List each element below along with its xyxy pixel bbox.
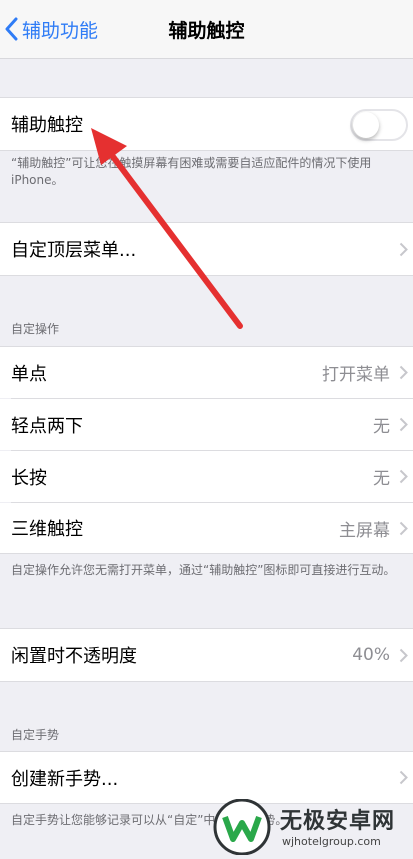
watermark-logo-icon xyxy=(213,799,271,855)
3d-touch-label: 三维触控 xyxy=(11,519,83,540)
idle-opacity-label: 闲置时不透明度 xyxy=(11,646,137,667)
toggle-knob xyxy=(353,112,379,138)
assistivetouch-description: “辅助触控”可让您在触摸屏幕有困难或需要自适应配件的情况下使用 iPhone。 xyxy=(11,156,372,187)
chevron-right-icon xyxy=(399,521,408,535)
3d-touch-row[interactable]: 三维触控 主屏幕 xyxy=(0,503,413,554)
single-tap-label: 单点 xyxy=(11,363,47,385)
long-press-row[interactable]: 长按 无 xyxy=(0,451,413,502)
chevron-right-icon xyxy=(399,417,408,432)
long-press-value: 无 xyxy=(373,469,390,489)
assistivetouch-label: 辅助触控 xyxy=(11,115,83,136)
3d-touch-value: 主屏幕 xyxy=(339,520,390,541)
customize-top-menu-row[interactable]: 自定顶层菜单... xyxy=(0,222,413,276)
watermark: 无极安卓网 wjhotelgroup.com xyxy=(212,795,412,857)
page-title: 辅助触控 xyxy=(168,20,245,42)
chevron-right-icon xyxy=(399,365,408,380)
chevron-right-icon xyxy=(399,469,408,484)
custom-actions-description: 自定操作允许您无需打开菜单，通过“辅助触控”图标即可直接进行互动。 xyxy=(11,563,396,577)
chevron-right-icon xyxy=(399,648,408,662)
long-press-label: 长按 xyxy=(11,467,47,489)
assistivetouch-toggle[interactable] xyxy=(350,109,408,141)
idle-opacity-row[interactable]: 闲置时不透明度 40% xyxy=(0,628,413,682)
idle-opacity-value: 40% xyxy=(352,645,390,665)
double-tap-label: 轻点两下 xyxy=(11,415,83,437)
chevron-right-icon xyxy=(399,242,408,256)
watermark-url: wjhotelgroup.com xyxy=(282,835,381,848)
single-tap-value: 打开菜单 xyxy=(322,365,390,385)
chevron-right-icon xyxy=(399,770,408,785)
single-tap-row[interactable]: 单点 打开菜单 xyxy=(0,346,413,398)
create-new-gesture-label: 创建新手势... xyxy=(11,768,119,790)
navigation-bar: 辅助功能 辅助触控 xyxy=(0,0,413,59)
watermark-brand: 无极安卓网 xyxy=(280,809,396,834)
customize-top-menu-label: 自定顶层菜单... xyxy=(11,240,137,261)
custom-gestures-header: 自定手势 xyxy=(11,728,60,742)
double-tap-row[interactable]: 轻点两下 无 xyxy=(0,399,413,450)
double-tap-value: 无 xyxy=(373,417,390,437)
custom-actions-header: 自定操作 xyxy=(11,322,60,336)
